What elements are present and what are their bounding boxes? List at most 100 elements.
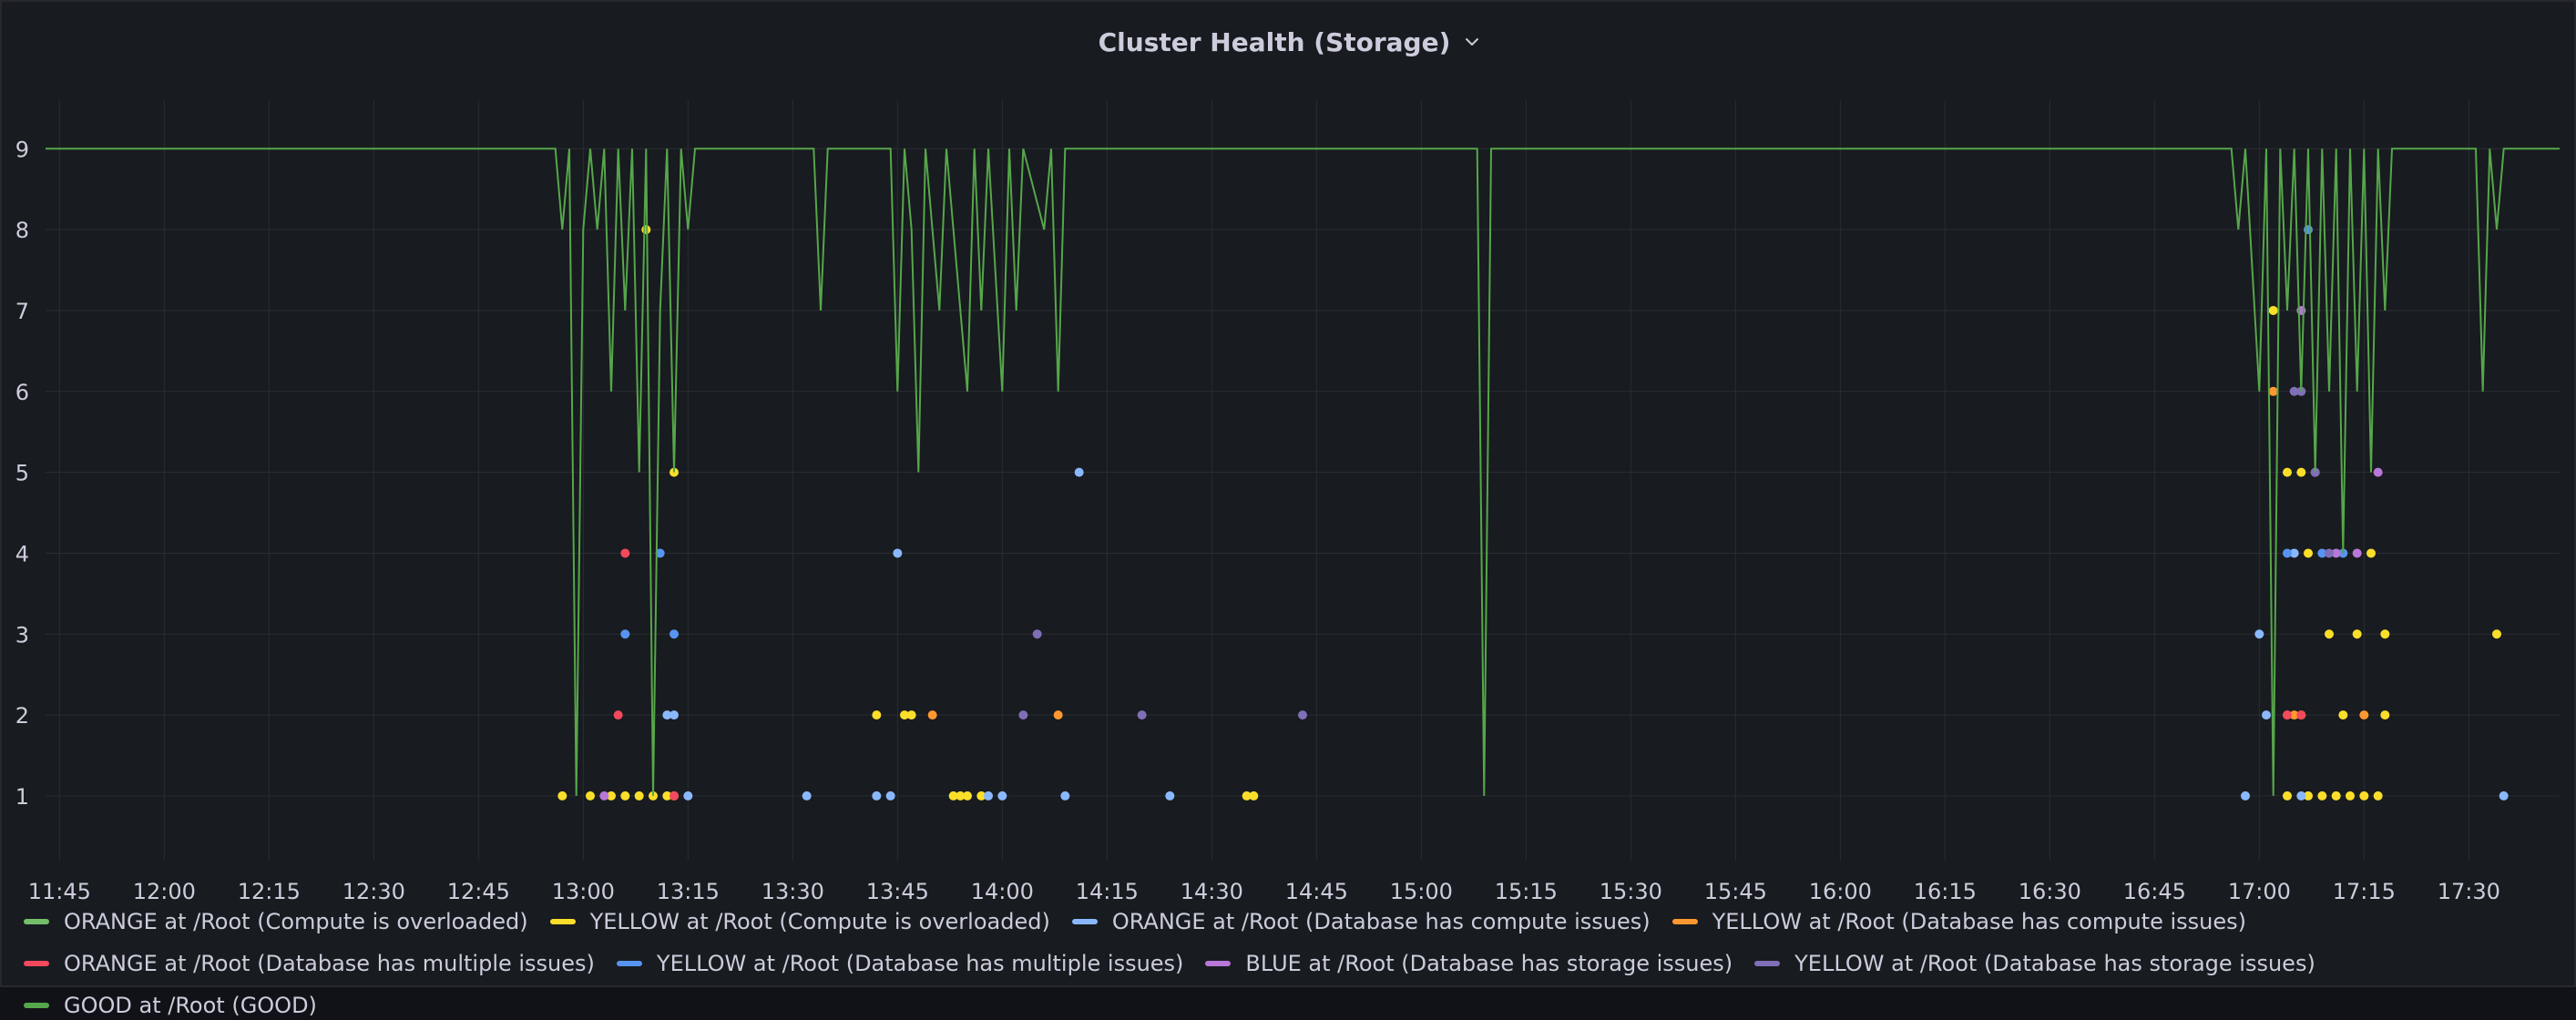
data-point (2296, 467, 2306, 477)
legend-item[interactable]: GOOD at /Root (GOOD) (24, 991, 317, 1020)
y-tick-label: 6 (15, 380, 29, 405)
data-point (2331, 790, 2341, 801)
y-tick-label: 4 (15, 541, 29, 566)
y-tick-label: 2 (15, 703, 29, 729)
legend-swatch (616, 961, 642, 966)
data-point (2380, 710, 2390, 720)
legend-item[interactable]: ORANGE at /Root (Database has multiple i… (24, 949, 595, 978)
data-point (1018, 710, 1028, 720)
data-point (599, 790, 609, 801)
data-point (2492, 629, 2501, 639)
data-point (2380, 629, 2390, 639)
legend-label: YELLOW at /Root (Compute is overloaded) (589, 909, 1050, 934)
y-tick-label: 8 (15, 218, 29, 243)
data-point (620, 548, 630, 558)
chart-legend: ORANGE at /Root (Compute is overloaded) Y… (24, 907, 2565, 1020)
legend-swatch (1671, 919, 1698, 924)
x-tick-label: 15:45 (1704, 879, 1767, 904)
legend-label: ORANGE at /Root (Compute is overloaded) (64, 909, 528, 934)
data-point (2317, 790, 2327, 801)
data-point (670, 629, 679, 639)
data-point (620, 790, 630, 801)
x-tick-label: 15:15 (1495, 879, 1558, 904)
data-point (634, 790, 644, 801)
y-tick-label: 3 (15, 622, 29, 648)
data-point (2325, 629, 2334, 639)
data-point (2268, 305, 2278, 315)
data-point (2499, 790, 2509, 801)
y-tick-label: 7 (15, 299, 29, 324)
data-point (2296, 710, 2306, 720)
x-tick-label: 17:00 (2228, 879, 2291, 904)
data-point (2373, 790, 2383, 801)
legend-item[interactable]: YELLOW at /Root (Database has multiple i… (616, 949, 1184, 978)
y-tick-label: 1 (15, 784, 29, 810)
legend-item[interactable]: BLUE at /Root (Database has storage issu… (1205, 949, 1733, 978)
x-tick-label: 17:30 (2438, 879, 2500, 904)
x-tick-label: 16:00 (1809, 879, 1872, 904)
x-tick-label: 13:30 (762, 879, 824, 904)
x-tick-label: 12:30 (342, 879, 405, 904)
legend-label: YELLOW at /Root (Database has multiple i… (656, 951, 1184, 976)
data-point (2254, 629, 2264, 639)
data-point (1137, 710, 1147, 720)
data-point (893, 548, 903, 558)
data-point (620, 629, 630, 639)
legend-swatch (1205, 961, 1232, 966)
x-tick-label: 17:15 (2333, 879, 2396, 904)
data-point (2359, 790, 2369, 801)
x-tick-label: 12:00 (133, 879, 196, 904)
x-tick-label: 13:45 (866, 879, 929, 904)
x-tick-label: 16:15 (1914, 879, 1977, 904)
data-point (2359, 710, 2369, 720)
data-point (872, 790, 882, 801)
legend-label: GOOD at /Root (GOOD) (64, 993, 317, 1018)
data-point (2338, 710, 2348, 720)
data-point (927, 710, 937, 720)
legend-swatch (549, 919, 576, 924)
data-point (2268, 386, 2278, 396)
data-point (1032, 629, 1042, 639)
data-point (586, 790, 595, 801)
x-tick-label: 14:00 (971, 879, 1034, 904)
data-point (2325, 548, 2334, 558)
legend-item[interactable]: ORANGE at /Root (Compute is overloaded) (24, 907, 528, 936)
data-point (906, 710, 916, 720)
data-point (1060, 790, 1070, 801)
data-point (997, 790, 1007, 801)
legend-item[interactable]: YELLOW at /Root (Database has storage is… (1754, 949, 2315, 978)
legend-item[interactable]: YELLOW at /Root (Database has compute is… (1671, 907, 2246, 936)
data-point (1053, 710, 1063, 720)
data-point (557, 790, 567, 801)
x-tick-label: 12:45 (447, 879, 510, 904)
x-tick-label: 14:45 (1285, 879, 1348, 904)
data-point (1249, 790, 1259, 801)
x-tick-label: 16:30 (2019, 879, 2081, 904)
legend-swatch (1754, 961, 1781, 966)
y-tick-label: 5 (15, 461, 29, 486)
chart-plot: 11:45 12:00 12:15 12:30 12:45 13:00 13:15 13:30… (15, 100, 2560, 904)
data-point (2296, 790, 2306, 801)
data-point (2283, 467, 2292, 477)
x-tick-label: 12:15 (238, 879, 301, 904)
data-point (872, 710, 882, 720)
legend-item[interactable]: ORANGE at /Root (Database has compute is… (1071, 907, 1651, 936)
data-point (802, 790, 812, 801)
data-point (885, 790, 895, 801)
data-point (2346, 790, 2355, 801)
data-point (984, 790, 993, 801)
x-tick-label: 15:00 (1390, 879, 1453, 904)
legend-label: ORANGE at /Root (Database has compute is… (1111, 909, 1651, 934)
data-point (670, 710, 679, 720)
data-point (2304, 548, 2313, 558)
data-point (2283, 790, 2292, 801)
legend-swatch (24, 919, 49, 924)
legend-label: YELLOW at /Root (Database has compute is… (1712, 909, 2246, 934)
data-point (2262, 710, 2271, 720)
data-point (2283, 710, 2292, 720)
legend-item[interactable]: YELLOW at /Root (Compute is overloaded) (549, 907, 1050, 936)
data-point (670, 790, 679, 801)
data-point (613, 710, 623, 720)
data-point (2373, 467, 2383, 477)
x-tick-label: 11:45 (28, 879, 91, 904)
